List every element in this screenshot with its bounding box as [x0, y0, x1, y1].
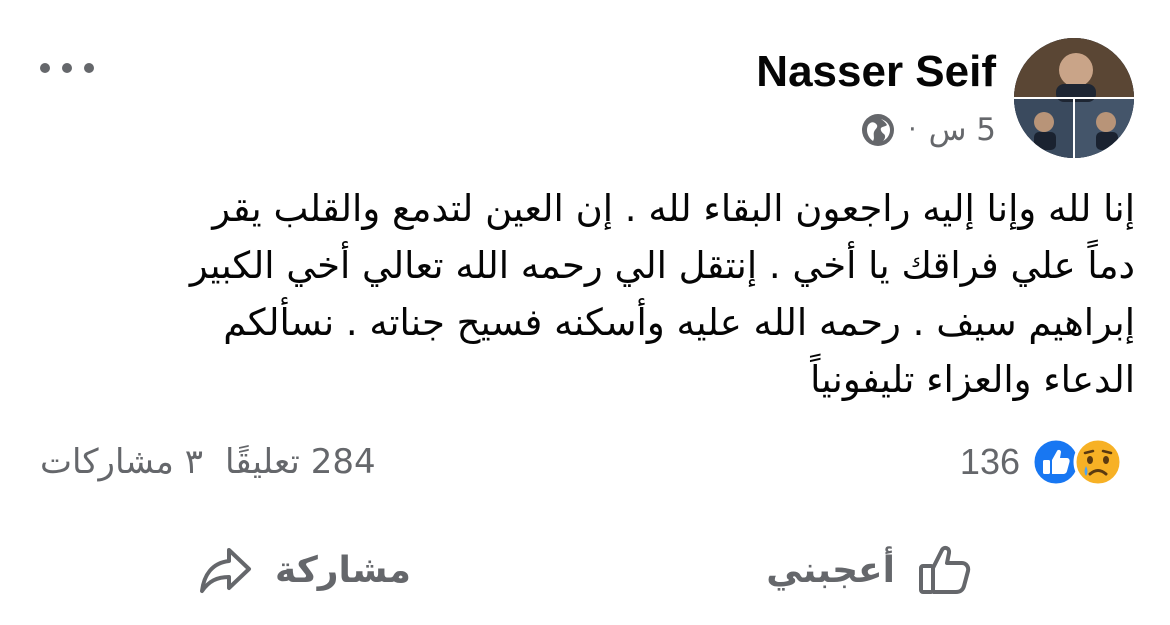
- more-dot: [40, 63, 50, 73]
- engagement-stats: 284 تعليقًا ٣ مشاركات: [40, 436, 376, 488]
- post-body-text: إنا لله وإنا إليه راجعون البقاء لله . إن…: [189, 187, 1135, 401]
- shares-count[interactable]: ٣ مشاركات: [40, 442, 203, 482]
- more-dot: [84, 63, 94, 73]
- globe-icon[interactable]: [860, 112, 896, 148]
- post-timestamp[interactable]: 5 س: [929, 112, 996, 148]
- share-arrow-icon: [200, 548, 251, 593]
- share-button[interactable]: مشاركة: [195, 530, 411, 610]
- thumbs-up-icon: [919, 545, 971, 594]
- reaction-icons: [1030, 436, 1124, 488]
- like-label: أعجبني: [766, 549, 895, 591]
- reaction-count: 136: [959, 441, 1020, 482]
- share-label: مشاركة: [275, 549, 411, 591]
- more-options-button[interactable]: [40, 55, 94, 81]
- more-dot: [62, 63, 72, 73]
- like-button[interactable]: أعجبني: [766, 530, 975, 610]
- sad-reaction-icon: [1073, 437, 1123, 487]
- reactions-summary[interactable]: 136: [960, 436, 1124, 488]
- avatar-image: [1014, 38, 1134, 158]
- post-card: Nasser Seif · 5 س إنا لله وإنا إليه راجع…: [0, 0, 1170, 625]
- post-meta: · 5 س: [860, 108, 996, 152]
- comments-count[interactable]: 284 تعليقًا: [225, 442, 376, 482]
- author-name[interactable]: Nasser Seif: [756, 44, 996, 100]
- author-avatar[interactable]: [1014, 38, 1134, 158]
- meta-separator: ·: [908, 115, 917, 145]
